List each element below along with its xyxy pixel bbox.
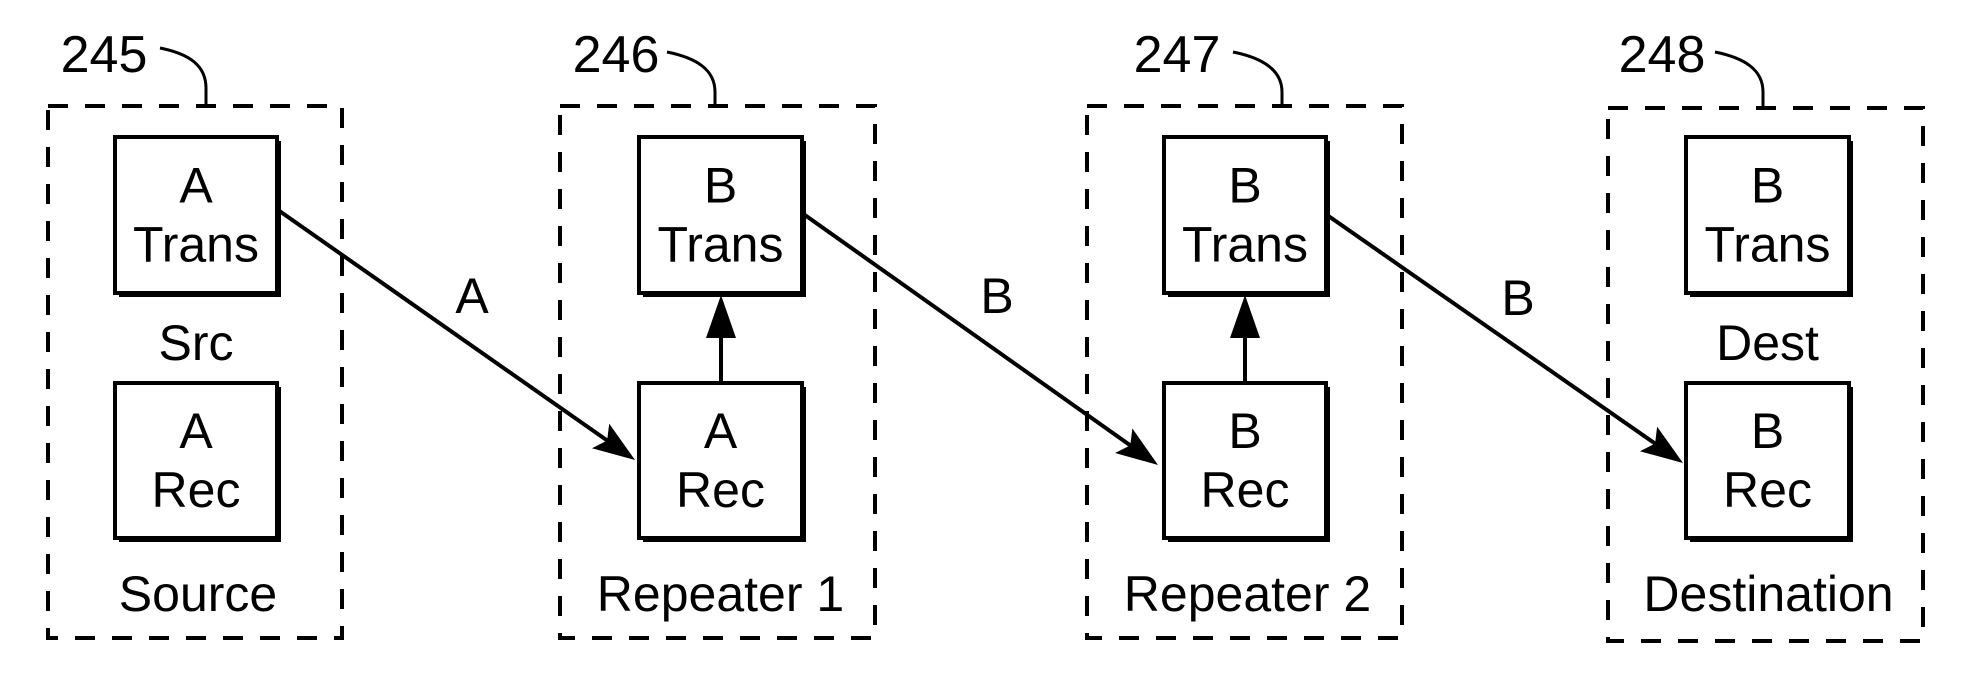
transmitter-block: BTrans bbox=[1684, 135, 1853, 297]
arrowhead-icon bbox=[1230, 295, 1260, 338]
protocol-letter: A bbox=[179, 403, 213, 459]
block-role-label: Rec bbox=[152, 462, 241, 518]
node-repeater2: 247BTransBRecRepeater 2 bbox=[1085, 26, 1404, 640]
link-protocol-label: B bbox=[980, 268, 1013, 324]
arrowhead-icon bbox=[1639, 426, 1683, 463]
link-repeater1-to-repeater2: B bbox=[800, 211, 1158, 465]
arrowhead-icon bbox=[1115, 428, 1158, 465]
receiver-block: BRec bbox=[1684, 381, 1853, 542]
block-role-label: Trans bbox=[133, 217, 259, 273]
leader-line bbox=[1714, 50, 1765, 108]
node-short-label: Src bbox=[159, 315, 234, 371]
protocol-letter: A bbox=[179, 157, 213, 213]
link-source-to-repeater1: A bbox=[276, 208, 635, 460]
block-role-label: Rec bbox=[1723, 462, 1812, 518]
node-destination: 248BTransBRecDestDestination bbox=[1606, 26, 1925, 643]
link-line bbox=[800, 211, 1134, 449]
reference-numeral: 248 bbox=[1619, 26, 1706, 84]
block-role-label: Trans bbox=[658, 217, 784, 273]
node-label: Repeater 1 bbox=[597, 566, 844, 622]
node-label: Source bbox=[119, 566, 277, 622]
link-repeater2-to-destination: B bbox=[1325, 213, 1683, 463]
protocol-letter: B bbox=[1751, 157, 1784, 213]
link-protocol-label: B bbox=[1501, 270, 1534, 326]
protocol-letter: A bbox=[704, 403, 738, 459]
transmitter-block: BTrans bbox=[637, 135, 806, 297]
repeater-chain-diagram: 245ATransARecSrcSource246BTransARecRepea… bbox=[46, 26, 1925, 643]
receiver-block: ARec bbox=[637, 381, 806, 542]
node-label: Destination bbox=[1643, 566, 1893, 622]
reference-numeral: 247 bbox=[1134, 26, 1221, 84]
arrowhead-icon bbox=[706, 295, 736, 338]
reference-numeral: 245 bbox=[61, 26, 148, 84]
leader-line bbox=[1232, 50, 1284, 106]
protocol-letter: B bbox=[704, 157, 737, 213]
receiver-block: BRec bbox=[1162, 381, 1330, 542]
transmitter-block: BTrans bbox=[1162, 135, 1330, 297]
block-role-label: Trans bbox=[1182, 217, 1308, 273]
node-short-label: Dest bbox=[1716, 315, 1819, 371]
reference-numeral: 246 bbox=[573, 26, 660, 84]
link-protocol-label: A bbox=[455, 268, 489, 324]
leader-line bbox=[159, 46, 208, 106]
protocol-letter: B bbox=[1751, 403, 1784, 459]
block-role-label: Rec bbox=[1201, 462, 1290, 518]
leader-line bbox=[666, 50, 717, 106]
protocol-letter: B bbox=[1228, 157, 1261, 213]
arrowhead-icon bbox=[591, 423, 635, 460]
block-role-label: Trans bbox=[1705, 217, 1831, 273]
node-repeater1: 246 BTrans ARec Repeater 1 bbox=[558, 26, 877, 640]
block-role-label: Rec bbox=[676, 462, 765, 518]
node-source: 245ATransARecSrcSource bbox=[46, 26, 344, 640]
transmitter-block: ATrans bbox=[113, 135, 281, 297]
node-label: Repeater 2 bbox=[1124, 566, 1371, 622]
receiver-block: ARec bbox=[113, 381, 281, 542]
protocol-letter: B bbox=[1228, 403, 1261, 459]
